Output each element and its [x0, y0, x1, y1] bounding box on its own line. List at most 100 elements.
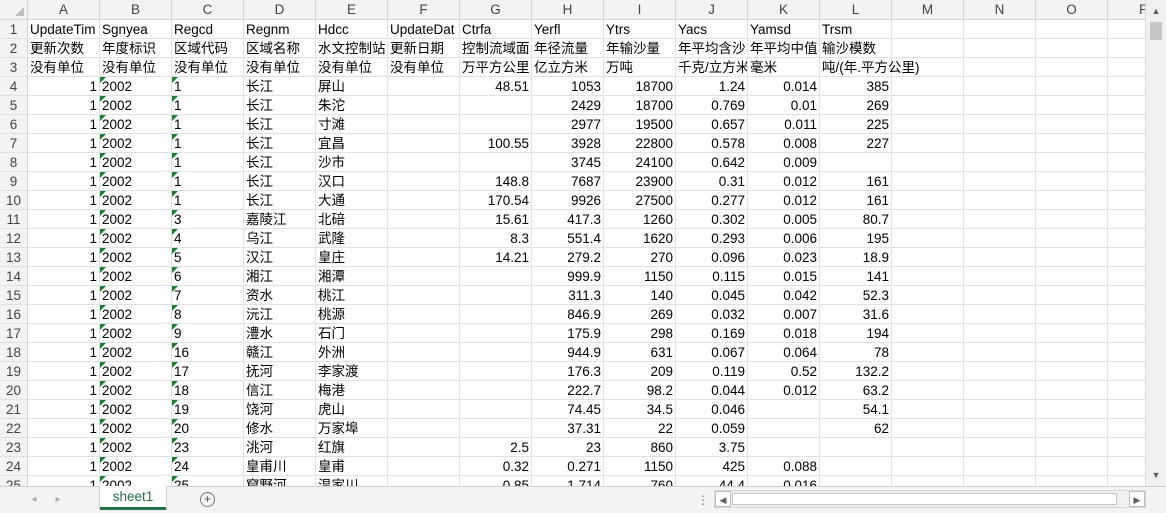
cell-j3[interactable]: 千克/立方米	[676, 58, 748, 77]
cell-a3[interactable]: 没有单位	[28, 58, 100, 77]
cell-l22[interactable]: 62	[820, 419, 892, 438]
cell-b10[interactable]: 2002	[100, 191, 172, 210]
cell-f14[interactable]	[388, 267, 460, 286]
cell-h5[interactable]: 2429	[532, 96, 604, 115]
row-header-12[interactable]: 12	[0, 229, 28, 248]
cell-b17[interactable]: 2002	[100, 324, 172, 343]
cell-k6[interactable]: 0.011	[748, 115, 820, 134]
cell-b18[interactable]: 2002	[100, 343, 172, 362]
scroll-up-arrow[interactable]: ▲	[1146, 2, 1166, 20]
cell-l16[interactable]: 31.6	[820, 305, 892, 324]
cell-b4[interactable]: 2002	[100, 77, 172, 96]
column-header-k[interactable]: K	[748, 0, 820, 20]
cell-o23[interactable]	[1036, 438, 1108, 457]
cell-b15[interactable]: 2002	[100, 286, 172, 305]
row-header-6[interactable]: 6	[0, 115, 28, 134]
cell-c14[interactable]: 6	[172, 267, 244, 286]
cell-e19[interactable]: 李家渡	[316, 362, 388, 381]
cell-a1[interactable]: UpdateTim	[28, 20, 100, 39]
cell-b23[interactable]: 2002	[100, 438, 172, 457]
cell-l11[interactable]: 80.7	[820, 210, 892, 229]
cell-j21[interactable]: 0.046	[676, 400, 748, 419]
column-header-n[interactable]: N	[964, 0, 1036, 20]
cell-h24[interactable]: 0.271	[532, 457, 604, 476]
cell-i19[interactable]: 209	[604, 362, 676, 381]
column-header-o[interactable]: O	[1036, 0, 1108, 20]
column-header-f[interactable]: F	[388, 0, 460, 20]
cell-d9[interactable]: 长江	[244, 172, 316, 191]
cell-m5[interactable]	[892, 96, 964, 115]
row-header-10[interactable]: 10	[0, 191, 28, 210]
add-sheet-icon[interactable]: +	[200, 492, 215, 507]
cell-p10[interactable]	[1108, 191, 1145, 210]
cell-c23[interactable]: 23	[172, 438, 244, 457]
column-header-h[interactable]: H	[532, 0, 604, 20]
cell-g1[interactable]: Ctrfa	[460, 20, 532, 39]
cell-i20[interactable]: 98.2	[604, 381, 676, 400]
cell-c24[interactable]: 24	[172, 457, 244, 476]
cell-o7[interactable]	[1036, 134, 1108, 153]
cell-j2[interactable]: 年平均含沙	[676, 39, 748, 58]
cell-l2[interactable]: 输沙模数	[820, 39, 892, 58]
cell-c18[interactable]: 16	[172, 343, 244, 362]
cell-b7[interactable]: 2002	[100, 134, 172, 153]
cell-g19[interactable]	[460, 362, 532, 381]
cell-o22[interactable]	[1036, 419, 1108, 438]
cell-o19[interactable]	[1036, 362, 1108, 381]
cell-n8[interactable]	[964, 153, 1036, 172]
cell-e20[interactable]: 梅港	[316, 381, 388, 400]
cell-l5[interactable]: 269	[820, 96, 892, 115]
cell-c20[interactable]: 18	[172, 381, 244, 400]
cell-b2[interactable]: 年度标识	[100, 39, 172, 58]
cell-n18[interactable]	[964, 343, 1036, 362]
cell-i12[interactable]: 1620	[604, 229, 676, 248]
cell-n10[interactable]	[964, 191, 1036, 210]
cell-p25[interactable]	[1108, 476, 1145, 486]
cell-c12[interactable]: 4	[172, 229, 244, 248]
cell-k21[interactable]	[748, 400, 820, 419]
cell-m24[interactable]	[892, 457, 964, 476]
cell-b20[interactable]: 2002	[100, 381, 172, 400]
cell-i5[interactable]: 18700	[604, 96, 676, 115]
column-header-i[interactable]: I	[604, 0, 676, 20]
cell-o6[interactable]	[1036, 115, 1108, 134]
cell-i23[interactable]: 860	[604, 438, 676, 457]
cell-j9[interactable]: 0.31	[676, 172, 748, 191]
cell-a8[interactable]: 1	[28, 153, 100, 172]
cell-j1[interactable]: Yacs	[676, 20, 748, 39]
cell-f20[interactable]	[388, 381, 460, 400]
cell-a22[interactable]: 1	[28, 419, 100, 438]
cell-e25[interactable]: 温家川	[316, 476, 388, 486]
cell-k23[interactable]	[748, 438, 820, 457]
row-header-5[interactable]: 5	[0, 96, 28, 115]
cell-k20[interactable]: 0.012	[748, 381, 820, 400]
cell-k19[interactable]: 0.52	[748, 362, 820, 381]
cell-j15[interactable]: 0.045	[676, 286, 748, 305]
cell-i14[interactable]: 1150	[604, 267, 676, 286]
cell-l25[interactable]	[820, 476, 892, 486]
scroll-down-arrow[interactable]: ▼	[1146, 466, 1166, 484]
row-header-9[interactable]: 9	[0, 172, 28, 191]
cell-c17[interactable]: 9	[172, 324, 244, 343]
cell-j24[interactable]: 425	[676, 457, 748, 476]
cell-g25[interactable]: 0.85	[460, 476, 532, 486]
cell-m13[interactable]	[892, 248, 964, 267]
cell-i13[interactable]: 270	[604, 248, 676, 267]
cell-e11[interactable]: 北碚	[316, 210, 388, 229]
cell-n20[interactable]	[964, 381, 1036, 400]
cell-k7[interactable]: 0.008	[748, 134, 820, 153]
cell-m16[interactable]	[892, 305, 964, 324]
cell-h10[interactable]: 9926	[532, 191, 604, 210]
cell-j18[interactable]: 0.067	[676, 343, 748, 362]
cell-h25[interactable]: 1.714	[532, 476, 604, 486]
cell-g14[interactable]	[460, 267, 532, 286]
cell-e14[interactable]: 湘潭	[316, 267, 388, 286]
cell-f13[interactable]	[388, 248, 460, 267]
cell-c9[interactable]: 1	[172, 172, 244, 191]
cell-m12[interactable]	[892, 229, 964, 248]
cell-a2[interactable]: 更新次数	[28, 39, 100, 58]
cell-h20[interactable]: 222.7	[532, 381, 604, 400]
cell-e15[interactable]: 桃江	[316, 286, 388, 305]
cell-m18[interactable]	[892, 343, 964, 362]
cell-p23[interactable]	[1108, 438, 1145, 457]
